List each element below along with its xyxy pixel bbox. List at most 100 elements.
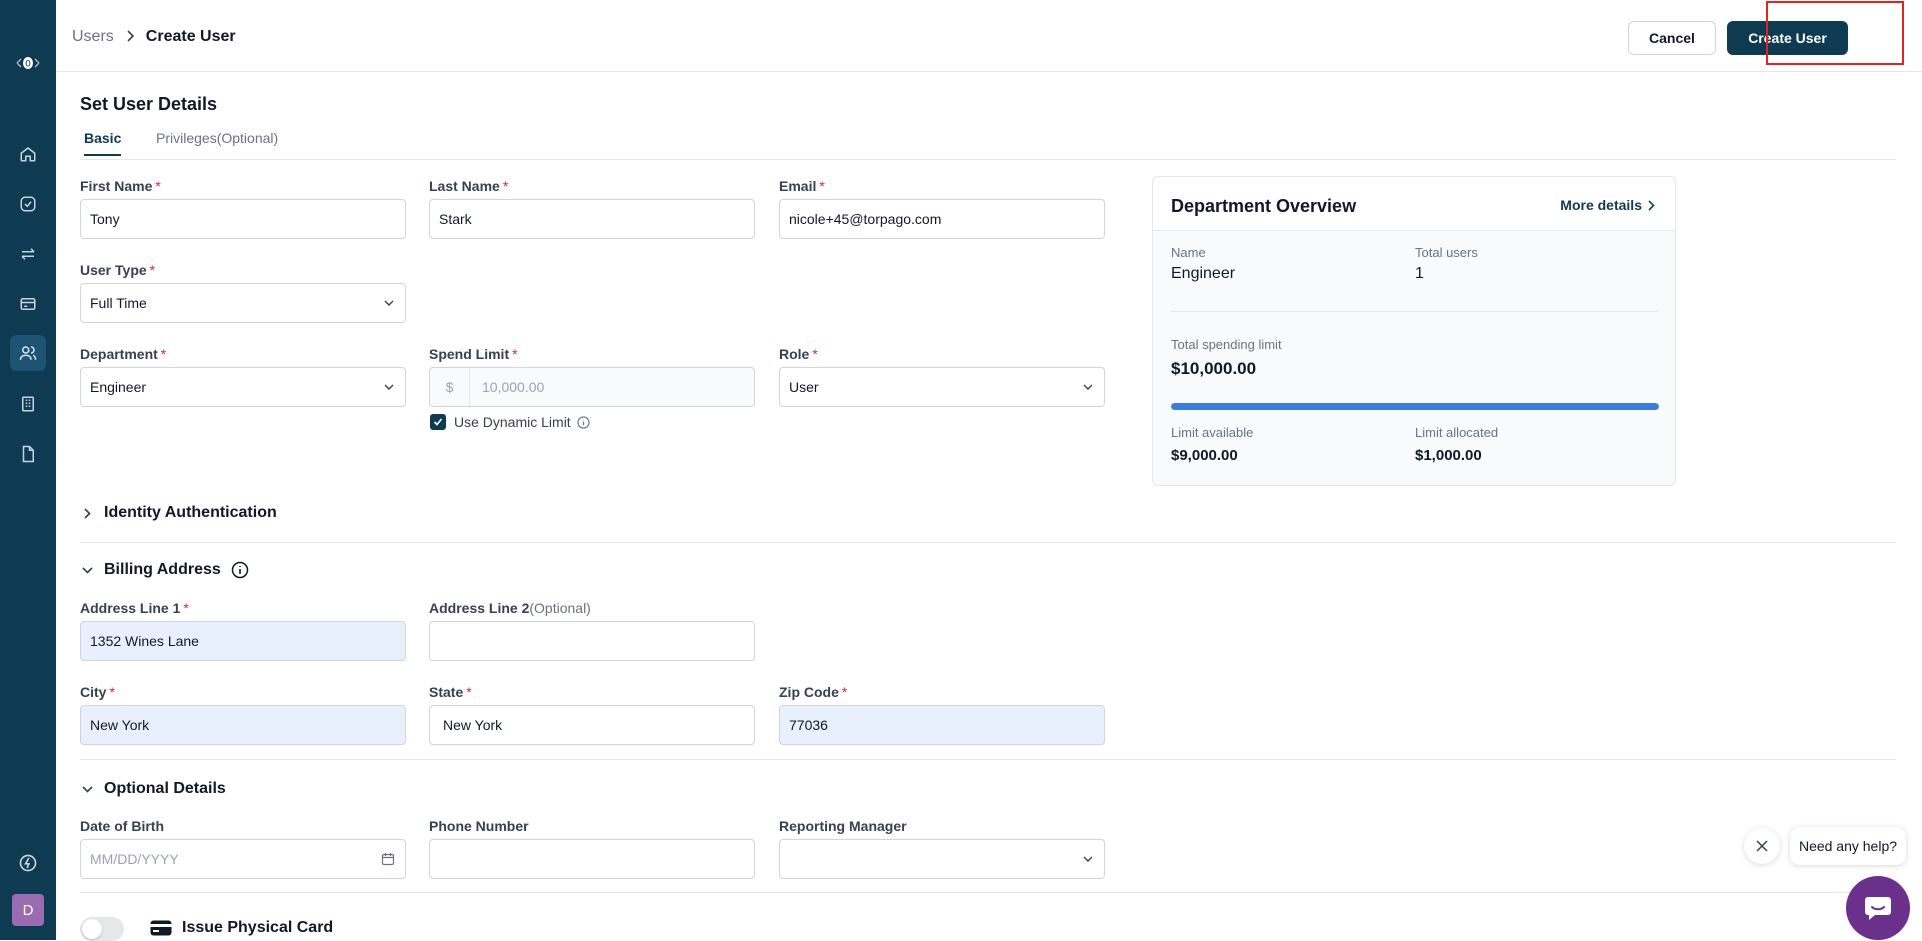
optional-section-toggle[interactable]: Optional Details	[80, 780, 226, 798]
chevron-down-icon	[384, 300, 394, 306]
help-bubble[interactable]: Need any help?	[1790, 827, 1906, 865]
manager-label: Reporting Manager	[779, 818, 907, 834]
sidebar: 0 D	[0, 0, 56, 940]
sidebar-item-tasks[interactable]	[10, 186, 46, 222]
spend-limit-input[interactable]: $ 10,000.00	[429, 367, 755, 407]
last-name-input[interactable]: Stark	[429, 199, 755, 239]
sidebar-item-home[interactable]	[10, 136, 46, 172]
role-field: Role * User	[779, 346, 1105, 407]
dob-field: Date of Birth MM/DD/YYYY	[80, 818, 406, 879]
sidebar-item-transactions[interactable]	[10, 236, 46, 272]
sidebar-item-company[interactable]	[10, 386, 46, 422]
tab-bar: Basic Privileges(Optional)	[80, 130, 1896, 160]
dept-name-value: Engineer	[1171, 265, 1236, 282]
dynamic-limit-checkbox[interactable]	[430, 414, 446, 430]
breadcrumb-users-link[interactable]: Users	[72, 28, 114, 46]
first-name-input[interactable]: Tony	[80, 199, 406, 239]
card-icon	[150, 920, 172, 936]
info-icon[interactable]	[577, 415, 590, 429]
sidebar-item-cards[interactable]	[10, 286, 46, 322]
logo-icon[interactable]: 0	[13, 54, 43, 72]
total-spending-label: Total spending limit	[1171, 337, 1282, 352]
identity-auth-title: Identity Authentication	[104, 504, 277, 521]
email-input[interactable]: nicole+45@torpago.com	[779, 199, 1105, 239]
tab-privileges[interactable]: Privileges(Optional)	[156, 130, 278, 154]
last-name-label: Last Name *	[429, 178, 509, 194]
divider	[1171, 311, 1659, 312]
address1-input[interactable]: 1352 Wines Lane	[80, 621, 406, 661]
checkmark-icon	[433, 418, 443, 426]
chevron-down-icon	[80, 785, 94, 793]
address2-input[interactable]	[429, 621, 755, 661]
svg-text:0: 0	[25, 60, 31, 70]
limit-allocated-label: Limit allocated	[1415, 425, 1499, 440]
email-field: Email * nicole+45@torpago.com	[779, 178, 1105, 239]
total-users-label: Total users	[1415, 245, 1478, 260]
cancel-button[interactable]: Cancel	[1628, 21, 1716, 55]
phone-input[interactable]	[429, 839, 755, 879]
phone-label: Phone Number	[429, 818, 529, 834]
dynamic-limit-row: Use Dynamic Limit	[430, 414, 590, 430]
first-name-label: First Name *	[80, 178, 161, 194]
manager-select[interactable]	[779, 839, 1105, 879]
chevron-down-icon	[1083, 384, 1093, 390]
divider	[80, 892, 1896, 893]
department-select[interactable]: Engineer	[80, 367, 406, 407]
highlight-annotation	[1766, 1, 1904, 65]
department-overview-card: Department Overview More details Name En…	[1152, 176, 1676, 486]
help-close-button[interactable]	[1744, 828, 1780, 864]
chat-launcher-button[interactable]	[1846, 876, 1910, 940]
zip-input[interactable]: 77036	[779, 705, 1105, 745]
more-details-link[interactable]: More details	[1560, 197, 1655, 213]
users-icon	[19, 346, 37, 360]
identity-auth-section-toggle[interactable]: Identity Authentication	[80, 504, 277, 522]
user-type-field: User Type * Full Time	[80, 262, 406, 323]
user-type-value: Full Time	[90, 295, 147, 311]
spending-progress-fill	[1171, 403, 1659, 410]
sidebar-item-integrations[interactable]	[10, 845, 46, 881]
transfer-icon	[21, 248, 35, 260]
dept-name-label: Name	[1171, 245, 1206, 260]
tab-basic[interactable]: Basic	[84, 130, 122, 156]
state-input[interactable]: New York	[429, 705, 755, 745]
limit-available-value: $9,000.00	[1171, 447, 1238, 464]
address1-field: Address Line 1 * 1352 Wines Lane	[80, 600, 406, 661]
avatar[interactable]: D	[12, 894, 44, 926]
spend-limit-label: Spend Limit *	[429, 346, 518, 362]
user-type-label: User Type *	[80, 262, 156, 278]
calendar-icon[interactable]	[381, 852, 395, 866]
dob-label: Date of Birth	[80, 818, 164, 834]
chevron-down-icon	[1083, 856, 1093, 862]
chevron-right-icon	[1648, 199, 1655, 211]
divider	[80, 759, 1896, 760]
info-icon[interactable]	[231, 561, 249, 579]
total-spending-value: $10,000.00	[1171, 359, 1257, 378]
city-label: City *	[80, 684, 115, 700]
breadcrumb: Users Create User	[72, 28, 236, 46]
city-field: City * New York	[80, 684, 406, 745]
dob-input[interactable]: MM/DD/YYYY	[80, 839, 406, 879]
last-name-field: Last Name * Stark	[429, 178, 755, 239]
role-label: Role *	[779, 346, 818, 362]
department-overview-header: Department Overview More details	[1153, 177, 1675, 231]
state-field: State * New York	[429, 684, 755, 745]
close-icon	[1756, 840, 1768, 852]
home-icon	[20, 147, 36, 162]
user-type-select[interactable]: Full Time	[80, 283, 406, 323]
total-users-value: 1	[1415, 265, 1424, 282]
zip-label: Zip Code *	[779, 684, 848, 700]
role-select[interactable]: User	[779, 367, 1105, 407]
chevron-down-icon	[80, 566, 94, 574]
currency-prefix: $	[430, 368, 470, 406]
manager-field: Reporting Manager	[779, 818, 1105, 879]
department-label: Department *	[80, 346, 167, 362]
sidebar-item-documents[interactable]	[10, 436, 46, 472]
sidebar-item-users[interactable]	[10, 335, 46, 371]
city-input[interactable]: New York	[80, 705, 406, 745]
physical-card-row: Issue Physical Card	[150, 919, 333, 937]
chevron-right-icon	[80, 507, 94, 519]
physical-card-toggle[interactable]	[80, 917, 124, 941]
document-icon	[22, 445, 34, 463]
billing-section-toggle[interactable]: Billing Address	[80, 561, 249, 579]
card-icon	[20, 298, 36, 310]
